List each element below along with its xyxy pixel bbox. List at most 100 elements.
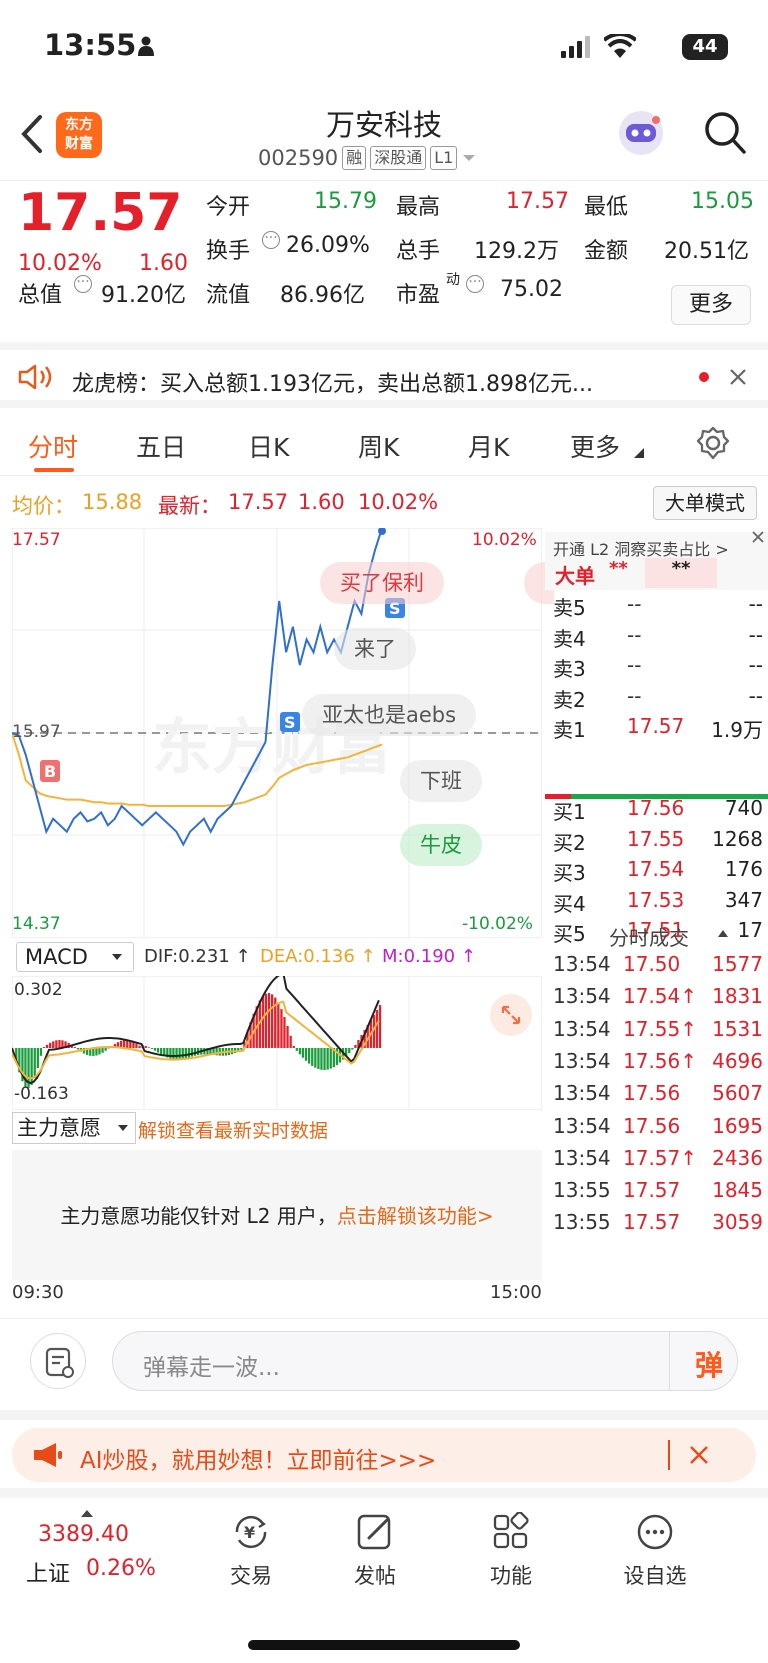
macd-bar xyxy=(187,1048,191,1058)
macd-bar xyxy=(184,1048,187,1059)
avg-price-row: 均价： 15.88 最新： 17.57 1.60 10.02% 大单模式 xyxy=(0,486,768,524)
document-icon xyxy=(45,1347,74,1378)
unlock-link[interactable]: 解锁查看最新实时数据 xyxy=(138,1116,328,1143)
macd-bar xyxy=(283,1017,286,1048)
bid-row[interactable]: 买4 17.53 347 xyxy=(545,888,763,918)
tab-week-k[interactable]: 周K xyxy=(358,428,399,464)
tag-level: L1 xyxy=(430,146,458,170)
macd-chart[interactable]: 0.302 -0.163 xyxy=(12,976,542,1110)
macd-bar xyxy=(304,1048,308,1061)
ask-row[interactable]: 卖4 -- -- xyxy=(545,623,763,653)
nav-add-watchlist[interactable]: 设自选 xyxy=(600,1512,710,1590)
nav-trade[interactable]: ¥ 交易 xyxy=(196,1512,306,1590)
last-price: 17.57 xyxy=(18,183,183,243)
nav-post[interactable]: 发帖 xyxy=(320,1512,430,1590)
bid-row[interactable]: 买1 17.56 740 xyxy=(545,796,763,826)
tab-more[interactable]: 更多 xyxy=(570,428,620,464)
buy-marker: B xyxy=(40,760,60,782)
macd-bar xyxy=(190,1048,194,1057)
bid-row[interactable]: 买3 17.54 176 xyxy=(545,857,763,887)
close-icon[interactable] xyxy=(749,528,767,546)
macd-bar xyxy=(42,1047,46,1048)
macd-bar xyxy=(123,1040,126,1048)
danmu-bubble: 下班 xyxy=(400,760,482,802)
ticks-title[interactable]: 分时成交 xyxy=(609,922,689,951)
stock-code-row[interactable]: 002590 融 深股通 L1 xyxy=(258,146,477,170)
ask-row[interactable]: 卖1 17.57 1.9万 xyxy=(545,714,763,744)
macd-bar xyxy=(329,1048,332,1069)
info-icon[interactable]: ··· xyxy=(74,275,92,293)
pe-label: 市盈 xyxy=(396,283,441,308)
tab-day-k[interactable]: 日K xyxy=(248,428,289,464)
macd-bar xyxy=(295,1048,298,1051)
main-will-header: 主力意愿 解锁查看最新实时数据 xyxy=(12,1110,542,1148)
big-order-mode-button[interactable]: 大单模式 xyxy=(653,486,757,520)
signal-icon xyxy=(561,36,590,58)
turnover-value: 26.09% xyxy=(286,233,370,258)
macd-bar xyxy=(375,1010,379,1048)
nav-function[interactable]: 功能 xyxy=(456,1511,566,1590)
expand-button[interactable] xyxy=(490,994,532,1036)
macd-bar xyxy=(73,1047,76,1048)
tab-intraday[interactable]: 分时 xyxy=(28,428,78,464)
ask-row[interactable]: 卖5 -- -- xyxy=(545,592,763,622)
order-book-panel: 开通 L2 洞察买卖占比 > 大单 ** ** 卖5 -- -- 卖4 -- -… xyxy=(545,531,768,1312)
macd-bar xyxy=(98,1048,101,1055)
big-order-sell: ** xyxy=(645,558,717,588)
latest-pct: 10.02% xyxy=(358,490,439,514)
ask-row[interactable]: 卖2 -- -- xyxy=(545,684,763,714)
intraday-chart[interactable]: 东方财富 B S S 17.57 10.02% 15.97 14.37 -10.… xyxy=(12,528,554,938)
macd-bar xyxy=(49,1042,52,1048)
stock-header: 东方 财富 万安科技 002590 融 深股通 L1 xyxy=(0,100,768,180)
change-pct: 10.02% xyxy=(18,251,102,276)
main-will-select[interactable]: 主力意愿 xyxy=(12,1112,136,1144)
l2-banner[interactable]: 开通 L2 洞察买卖占比 > 大单 ** ** xyxy=(545,531,768,590)
big-order-label: 大单 xyxy=(555,564,595,588)
info-icon[interactable]: ··· xyxy=(262,231,280,249)
caret-up-icon xyxy=(81,1510,93,1517)
ai-banner[interactable]: AI炒股，就用妙想！立即前往>>> xyxy=(0,1410,768,1498)
info-icon[interactable]: ··· xyxy=(466,275,484,293)
dragon-tiger-notice[interactable]: 龙虎榜：买入总额1.193亿元，卖出总额1.898亿元... xyxy=(0,342,768,408)
close-icon[interactable] xyxy=(728,367,748,387)
search-icon[interactable] xyxy=(703,110,747,156)
person-icon xyxy=(138,36,154,56)
megaphone-icon xyxy=(34,1443,62,1467)
robot-avatar-icon[interactable] xyxy=(616,108,666,158)
svg-text:¥: ¥ xyxy=(244,1523,255,1542)
volume-value: 129.2万 xyxy=(474,239,559,264)
yuan-exchange-icon: ¥ xyxy=(235,1515,267,1549)
index-name[interactable]: 上证 xyxy=(26,1556,70,1588)
index-pct[interactable]: 0.26% xyxy=(86,1556,156,1581)
macd-bar xyxy=(264,993,268,1048)
close-icon[interactable] xyxy=(688,1444,710,1466)
settings-icon[interactable] xyxy=(696,426,730,460)
macd-dif: DIF:0.231 ↑ xyxy=(144,946,251,967)
more-button[interactable]: 更多 xyxy=(671,285,751,325)
indicator-select[interactable]: MACD xyxy=(16,942,134,972)
macd-bar xyxy=(172,1048,175,1060)
danmu-send-button[interactable]: 弹 xyxy=(695,1344,723,1384)
tick-row: 13:54 17.56 1695 xyxy=(553,1113,763,1138)
pct-top-label: 10.02% xyxy=(472,530,537,550)
post-list-button[interactable] xyxy=(30,1333,86,1389)
macd-bar xyxy=(277,1002,280,1048)
bid-row[interactable]: 买2 17.55 1268 xyxy=(545,827,763,857)
ask-row[interactable]: 卖3 -- -- xyxy=(545,653,763,683)
macd-bar xyxy=(58,1040,61,1048)
macd-bar xyxy=(33,1048,36,1079)
macd-bar xyxy=(175,1048,178,1060)
danmu-bubble: 亚太也是aebs xyxy=(302,694,477,736)
macd-bar xyxy=(311,1048,314,1066)
tab-month-k[interactable]: 月K xyxy=(468,428,509,464)
tick-row: 13:54 17.56 5607 xyxy=(553,1081,763,1106)
status-time: 13:55 xyxy=(44,28,137,62)
caret-up-icon[interactable] xyxy=(717,928,729,938)
bottom-nav: 3389.40 上证 0.26% ¥ 交易 发帖 功能 设自选 xyxy=(0,1498,768,1663)
index-value[interactable]: 3389.40 xyxy=(38,1522,129,1547)
prev-close-label: 15.97 xyxy=(12,722,61,742)
unlock-feature-link[interactable]: 点击解锁该功能> xyxy=(337,1204,494,1228)
danmu-input[interactable]: 弹幕走一波... 弹 xyxy=(112,1331,738,1391)
macd-bar xyxy=(378,1005,382,1048)
tab-five-day[interactable]: 五日 xyxy=(136,428,186,464)
